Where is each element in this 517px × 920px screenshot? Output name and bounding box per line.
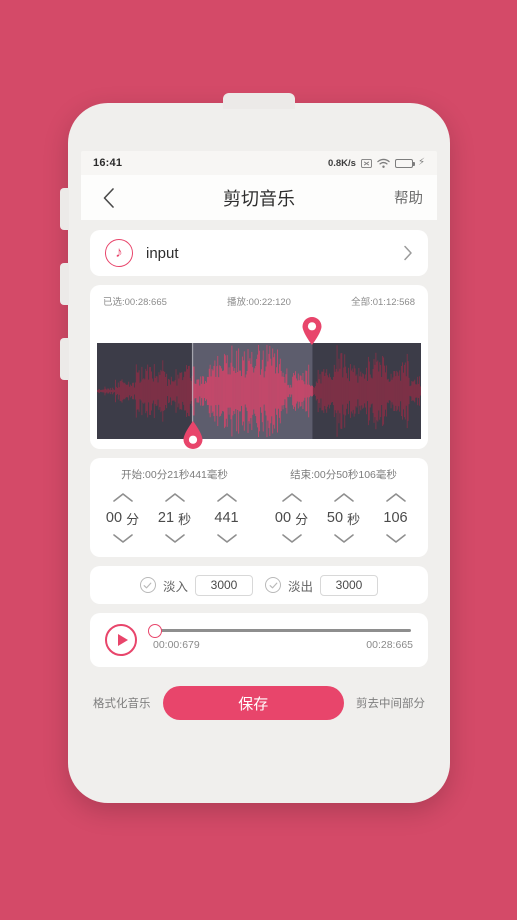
end-minutes-stepper[interactable]: 00 分 [270, 489, 314, 547]
time-editor-labels: 开始:00分21秒441毫秒 结束:00分50秒106毫秒 [90, 467, 428, 482]
end-minutes-decrement[interactable] [270, 530, 314, 547]
start-minutes-increment[interactable] [101, 489, 145, 506]
battery-icon [394, 158, 415, 168]
end-time-label: 结束:00分50秒106毫秒 [290, 469, 397, 481]
end-minutes-value: 00 [274, 510, 292, 526]
action-bar: 格式化音乐 保存 剪去中间部分 [81, 676, 437, 730]
start-millis-value: 441 [214, 510, 239, 526]
fade-out-group: 淡出 [265, 574, 379, 596]
end-seconds-unit: 秒 [347, 511, 361, 527]
fade-in-group: 淡入 [139, 574, 253, 596]
fade-card: 淡入 淡出 [90, 566, 428, 604]
waveform-info-row: 已选:00:28:665 播放:00:22:120 全部:01:12:568 [90, 294, 428, 316]
status-bar: 16:41 0.8K/s ⚡ [81, 151, 437, 175]
playing-position-label: 播放:00:22:120 [227, 297, 291, 308]
title-bar: 剪切音乐 帮助 [81, 175, 437, 220]
phone-frame: 16:41 0.8K/s ⚡ 剪切音乐 帮助 ♪ input 已选:00:28:… [60, 93, 450, 803]
pin-down-icon [302, 317, 322, 345]
fade-out-label: 淡出 [288, 579, 314, 594]
start-millis-value-row: 441 [205, 506, 249, 530]
phone-top-nub [223, 93, 295, 109]
seek-bar-thumb[interactable] [148, 623, 162, 638]
time-editor-spinners: 00 分 21 秒 441 00 分 50 秒 106 [90, 489, 428, 547]
current-time-label: 00:00:679 [153, 639, 200, 651]
start-minutes-value-row: 00 分 [101, 506, 145, 530]
waveform-canvas[interactable] [97, 343, 421, 439]
start-seconds-stepper[interactable]: 21 秒 [153, 489, 197, 547]
start-minutes-decrement[interactable] [101, 530, 145, 547]
start-seconds-value: 21 [157, 510, 175, 526]
end-minutes-value-row: 00 分 [270, 506, 314, 530]
status-bar-icons: 0.8K/s ⚡ [328, 158, 425, 169]
end-millis-increment[interactable] [374, 489, 418, 506]
back-button[interactable] [95, 185, 121, 211]
start-minutes-stepper[interactable]: 00 分 [101, 489, 145, 547]
chevron-right-icon [403, 245, 413, 261]
start-seconds-increment[interactable] [153, 489, 197, 506]
help-button[interactable]: 帮助 [394, 187, 423, 208]
charging-bolt-icon: ⚡ [417, 157, 425, 168]
start-millis-stepper[interactable]: 441 [205, 489, 249, 547]
save-button[interactable]: 保存 [162, 686, 344, 720]
end-minutes-unit: 分 [295, 511, 309, 527]
seek-bar-wrapper: 00:00:679 00:28:665 [148, 623, 413, 651]
end-time-group: 00 分 50 秒 106 [259, 489, 428, 547]
check-icon [269, 582, 277, 588]
source-file-row[interactable]: ♪ input [90, 230, 428, 276]
end-marker-pin[interactable] [300, 316, 324, 346]
page-title: 剪切音乐 [223, 188, 295, 209]
wifi-icon [377, 158, 390, 169]
end-millis-stepper[interactable]: 106 [374, 489, 418, 547]
player-card: 00:00:679 00:28:665 [90, 613, 428, 667]
play-button[interactable] [105, 624, 137, 656]
start-time-group: 00 分 21 秒 441 [90, 489, 259, 547]
waveform-display[interactable] [97, 343, 421, 439]
fade-in-label: 淡入 [162, 579, 188, 594]
end-millis-decrement[interactable] [374, 530, 418, 547]
network-speed-text: 0.8K/s [327, 157, 356, 169]
end-millis-value-row: 106 [374, 506, 418, 530]
play-icon [117, 634, 128, 646]
start-minutes-unit: 分 [126, 511, 140, 527]
fade-in-checkbox[interactable] [139, 577, 156, 593]
end-seconds-stepper[interactable]: 50 秒 [322, 489, 366, 547]
phone-screen: 16:41 0.8K/s ⚡ 剪切音乐 帮助 ♪ input 已选:00:28:… [81, 151, 437, 765]
music-note-icon: ♪ [105, 239, 133, 267]
waveform-card: 已选:00:28:665 播放:00:22:120 全部:01:12:568 [90, 285, 428, 449]
waveform-stage[interactable] [97, 316, 421, 449]
format-music-button[interactable]: 格式化音乐 [93, 695, 151, 711]
end-minutes-increment[interactable] [270, 489, 314, 506]
end-seconds-increment[interactable] [322, 489, 366, 506]
seek-time-labels: 00:00:679 00:28:665 [153, 639, 413, 651]
phone-side-button-3[interactable] [60, 338, 69, 380]
no-sim-icon [361, 158, 372, 169]
status-bar-time: 16:41 [93, 157, 123, 169]
check-icon [144, 582, 152, 588]
fade-in-input[interactable] [195, 574, 253, 596]
end-seconds-decrement[interactable] [322, 530, 366, 547]
phone-side-button-1[interactable] [60, 188, 69, 230]
selected-duration-label: 已选:00:28:665 [103, 297, 167, 308]
start-minutes-value: 00 [105, 510, 123, 526]
start-seconds-unit: 秒 [178, 511, 192, 527]
fade-out-checkbox[interactable] [265, 577, 281, 593]
seek-bar-track[interactable] [148, 623, 411, 638]
start-millis-increment[interactable] [205, 489, 249, 506]
start-millis-decrement[interactable] [205, 530, 249, 547]
end-seconds-value: 50 [326, 510, 344, 526]
screen-content: ♪ input 已选:00:28:665 播放:00:22:120 全部:01:… [81, 220, 437, 730]
end-millis-value: 106 [383, 510, 408, 526]
end-time-label: 00:28:665 [366, 639, 413, 651]
time-editor-card: 开始:00分21秒441毫秒 结束:00分50秒106毫秒 00 分 21 秒 … [90, 458, 428, 557]
phone-side-button-2[interactable] [60, 263, 69, 305]
trim-middle-button[interactable]: 剪去中间部分 [356, 695, 425, 711]
chevron-left-icon [103, 187, 114, 208]
start-seconds-value-row: 21 秒 [153, 506, 197, 530]
end-seconds-value-row: 50 秒 [322, 506, 366, 530]
start-time-label: 开始:00分21秒441毫秒 [121, 469, 228, 481]
fade-out-input[interactable] [320, 574, 379, 596]
source-file-name: input [146, 244, 179, 262]
start-seconds-decrement[interactable] [153, 530, 197, 547]
total-duration-label: 全部:01:12:568 [351, 297, 415, 308]
